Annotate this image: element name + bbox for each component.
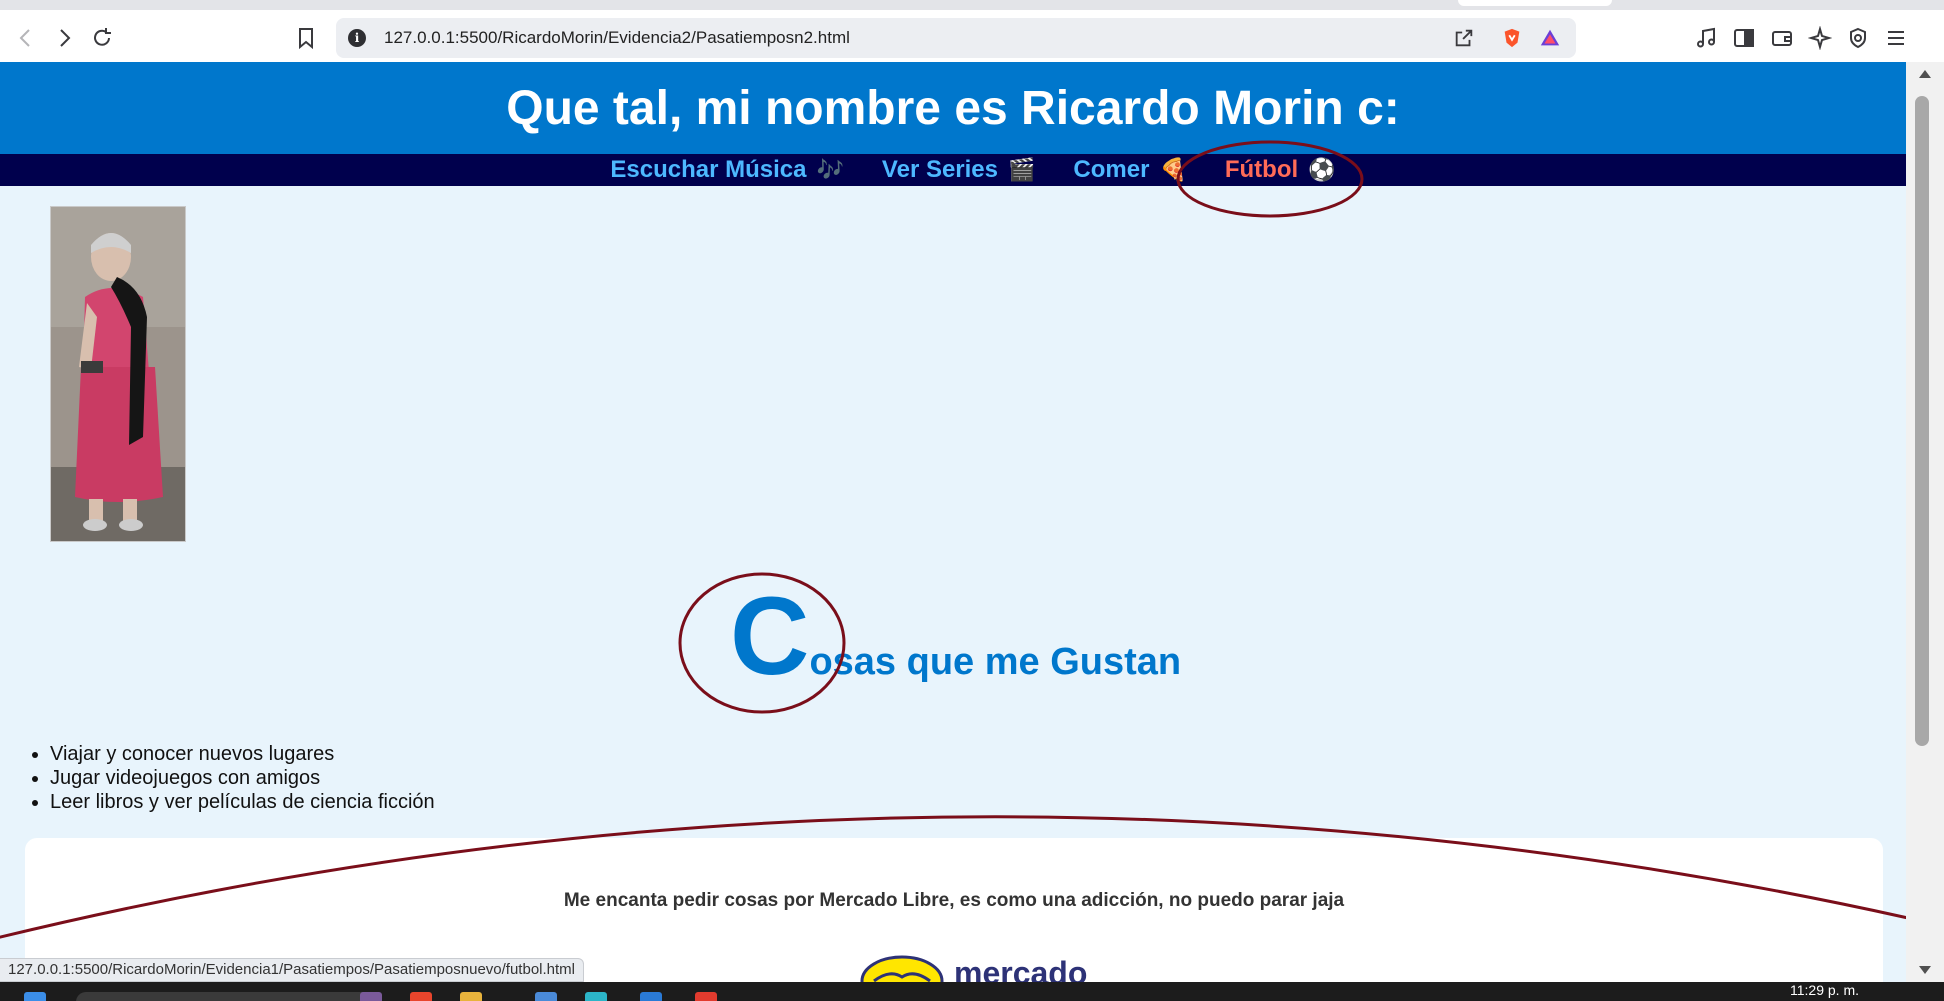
hamburger-icon [1888, 31, 1904, 45]
app-icon[interactable] [360, 992, 382, 1001]
card-text: Me encanta pedir cosas por Mercado Libre… [563, 890, 1345, 911]
soccer-ball-icon: ⚽ [1308, 157, 1336, 183]
site-info-icon[interactable]: i [348, 29, 366, 47]
back-button[interactable] [10, 22, 42, 54]
address-bar[interactable]: i 127.0.0.1:5500/RicardoMorin/Evidencia2… [336, 18, 1576, 58]
app-icon[interactable] [695, 992, 717, 1001]
shield-icon [1850, 27, 1866, 49]
share-icon[interactable] [1452, 26, 1476, 50]
browser-toolbar: i 127.0.0.1:5500/RicardoMorin/Evidencia2… [0, 10, 1944, 62]
section-title-rest: osas que me Gustan [809, 641, 1182, 683]
vpn-button[interactable] [1842, 22, 1874, 54]
profile-photo [50, 206, 186, 542]
link-status-tooltip: 127.0.0.1:5500/RicardoMorin/Evidencia1/P… [0, 958, 584, 982]
forward-icon [60, 29, 71, 47]
nav-link-comer[interactable]: Comer 🍕 [1073, 156, 1186, 184]
list-item: Viajar y conocer nuevos lugares [50, 742, 435, 766]
clapperboard-icon: 🎬 [1008, 157, 1036, 183]
section-title-initial: C [730, 575, 810, 698]
active-tab[interactable] [1458, 0, 1612, 6]
wallet-icon [1772, 31, 1792, 46]
bookmark-button[interactable] [290, 22, 322, 54]
forward-button[interactable] [48, 22, 80, 54]
brave-rewards-icon[interactable] [1538, 26, 1562, 50]
site-nav: Escuchar Música 🎶 Ver Series 🎬 Comer 🍕 F… [0, 154, 1906, 186]
scroll-down-icon[interactable] [1919, 966, 1931, 974]
app-icon[interactable] [585, 992, 607, 1001]
start-icon[interactable] [24, 992, 46, 1001]
likes-list: Viajar y conocer nuevos lugares Jugar vi… [50, 742, 435, 814]
sidebar-icon [1734, 29, 1754, 47]
page-viewport: Que tal, mi nombre es Ricardo Morin c: E… [0, 62, 1906, 982]
scroll-up-icon[interactable] [1919, 70, 1931, 78]
reload-button[interactable] [86, 22, 118, 54]
reload-icon [94, 28, 111, 46]
music-notes-icon: 🎶 [816, 157, 844, 183]
folder-taskbar-icon[interactable] [460, 992, 482, 1001]
mercado-libre-logo[interactable]: mercado [860, 953, 1087, 982]
taskbar-clock[interactable]: 11:29 p. m. [1790, 982, 1859, 998]
nav-link-musica[interactable]: Escuchar Música 🎶 [610, 156, 844, 184]
nav-link-label: Escuchar Música [610, 156, 807, 183]
os-taskbar: 11:29 p. m. [0, 982, 1944, 1001]
page-title: Que tal, mi nombre es Ricardo Morin c: [506, 81, 1400, 135]
handshake-icon [860, 955, 944, 982]
scrollbar-thumb[interactable] [1915, 96, 1929, 746]
section-title: Cosas que me Gustan [730, 582, 1181, 692]
pizza-icon: 🍕 [1159, 157, 1187, 183]
leo-ai-button[interactable] [1804, 22, 1836, 54]
menu-button[interactable] [1880, 22, 1912, 54]
media-button[interactable] [1690, 22, 1722, 54]
page-scrollbar[interactable] [1906, 62, 1944, 982]
app-icon[interactable] [535, 992, 557, 1001]
bookmark-icon [299, 28, 313, 50]
site-header: Que tal, mi nombre es Ricardo Morin c: [0, 62, 1906, 154]
brave-taskbar-icon[interactable] [410, 992, 432, 1001]
sidebar-button[interactable] [1728, 22, 1760, 54]
taskbar-search[interactable] [76, 992, 376, 1001]
list-item: Jugar videojuegos con amigos [50, 766, 435, 790]
back-icon [19, 29, 30, 47]
tab-strip [0, 0, 1944, 10]
list-item: Leer libros y ver películas de ciencia f… [50, 790, 435, 814]
nav-link-label: Fútbol [1224, 156, 1299, 183]
nav-link-futbol[interactable]: Fútbol ⚽ [1225, 156, 1336, 184]
url-text[interactable]: 127.0.0.1:5500/RicardoMorin/Evidencia2/P… [384, 28, 850, 48]
mercado-logo-word: mercado [954, 954, 1088, 983]
sparkle-icon [1808, 26, 1832, 50]
nav-link-label: Comer [1073, 156, 1150, 183]
wallet-button[interactable] [1766, 22, 1798, 54]
vscode-taskbar-icon[interactable] [640, 992, 662, 1001]
brave-shields-icon[interactable] [1500, 26, 1524, 50]
music-note-icon [1697, 27, 1715, 48]
nav-link-label: Ver Series [881, 156, 999, 183]
nav-link-series[interactable]: Ver Series 🎬 [882, 156, 1036, 184]
